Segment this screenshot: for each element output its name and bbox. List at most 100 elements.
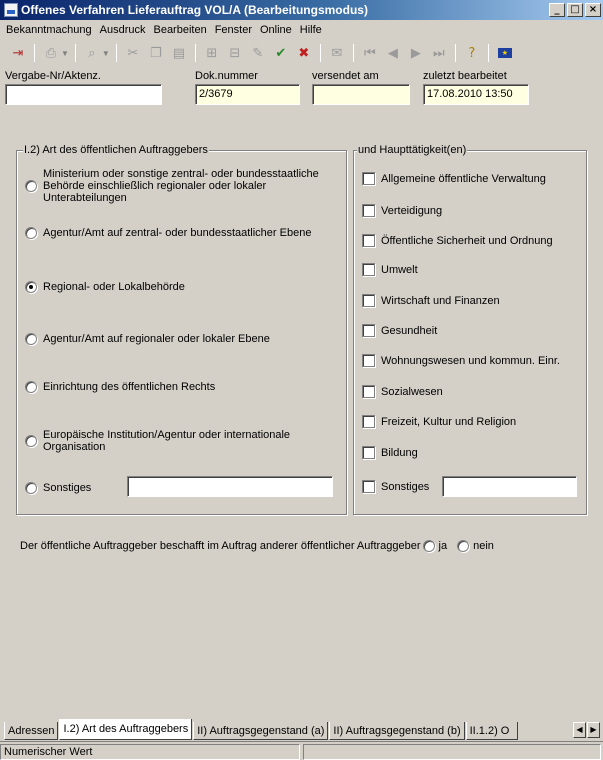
menu-bar: Bekanntmachung Ausdruck Bearbeiten Fenst…: [0, 20, 603, 39]
checkbox[interactable]: [362, 204, 375, 217]
tab-adressen[interactable]: Adressen: [4, 722, 59, 740]
delete-row-icon[interactable]: ⊟: [225, 43, 245, 63]
menu-bekanntmachung[interactable]: Bekanntmachung: [2, 24, 96, 36]
menu-hilfe[interactable]: Hilfe: [296, 24, 326, 36]
first-icon[interactable]: ⏮: [360, 43, 380, 63]
checkbox-label: Allgemeine öffentliche Verwaltung: [381, 172, 546, 185]
taetigkeit-gesundheit[interactable]: Gesundheit: [362, 324, 437, 337]
dok-field: 2/3679: [195, 84, 300, 105]
menu-fenster[interactable]: Fenster: [211, 24, 256, 36]
taetigkeit-sozialwesen[interactable]: Sozialwesen: [362, 385, 443, 398]
taetigkeit-sicherheit[interactable]: Öffentliche Sicherheit und Ordnung: [362, 234, 553, 247]
toolbar-separator: [487, 44, 489, 62]
minimize-button[interactable]: _: [549, 3, 565, 17]
tab-scroll-right-icon[interactable]: ▶: [587, 722, 600, 738]
preview-dropdown-icon[interactable]: ▼: [102, 49, 110, 58]
taetigkeit-sonstiges-input[interactable]: [442, 476, 577, 497]
taetigkeit-umwelt[interactable]: Umwelt: [362, 263, 418, 276]
help-icon[interactable]: ?: [462, 43, 482, 63]
option-label: Europäische Institution/Agentur oder int…: [43, 429, 291, 453]
checkbox[interactable]: [362, 415, 375, 428]
checkbox[interactable]: [362, 294, 375, 307]
taetigkeit-freizeit[interactable]: Freizeit, Kultur und Religion: [362, 415, 516, 428]
auftraggeber-option-agentur-zentral[interactable]: Agentur/Amt auf zentral- oder bundesstaa…: [25, 227, 341, 239]
beschafft-nein-label[interactable]: nein: [473, 540, 494, 552]
checkbox[interactable]: [362, 324, 375, 337]
auftraggeber-group-title: I.2) Art des öffentlichen Auftraggebers: [23, 144, 209, 156]
next-icon[interactable]: ▶: [406, 43, 426, 63]
print-dropdown-icon[interactable]: ▼: [61, 49, 69, 58]
auftraggeber-option-ministerium[interactable]: Ministerium oder sonstige zentral- oder …: [25, 168, 341, 204]
menu-online[interactable]: Online: [256, 24, 296, 36]
paste-icon[interactable]: ▤: [169, 43, 189, 63]
checkbox[interactable]: [362, 480, 375, 493]
taetigkeit-verteidigung[interactable]: Verteidigung: [362, 204, 442, 217]
auftraggeber-option-agentur-regional[interactable]: Agentur/Amt auf regionaler oder lokaler …: [25, 333, 341, 345]
toolbar-separator: [454, 44, 456, 62]
auftraggeber-sonstiges-input[interactable]: [127, 476, 333, 497]
checkbox[interactable]: [362, 234, 375, 247]
preview-icon[interactable]: ⌕: [82, 43, 102, 63]
tab-scroll-left-icon[interactable]: ◀: [573, 722, 586, 738]
checkbox[interactable]: [362, 354, 375, 367]
eu-flag-icon[interactable]: ★: [495, 43, 515, 63]
checkbox[interactable]: [362, 446, 375, 459]
radio-button[interactable]: [25, 381, 37, 393]
beschafft-ja-label[interactable]: ja: [439, 540, 448, 552]
auftraggeber-option-sonstiges[interactable]: Sonstiges: [25, 482, 91, 494]
checkbox-label: Öffentliche Sicherheit und Ordnung: [381, 234, 553, 247]
tab-auftragsgegenstand-a[interactable]: II) Auftragsgegenstand (a): [193, 722, 329, 740]
send-icon[interactable]: ✉: [327, 43, 347, 63]
vergabe-field[interactable]: [5, 84, 162, 105]
tab-ii-1-2[interactable]: II.1.2) O: [465, 722, 518, 740]
option-label: Sonstiges: [43, 482, 92, 494]
menu-bearbeiten[interactable]: Bearbeiten: [149, 24, 210, 36]
checkbox-label: Bildung: [381, 446, 418, 459]
checkbox[interactable]: [362, 263, 375, 276]
option-label: Regional- oder Lokalbehörde: [43, 281, 185, 293]
vergabe-label: Vergabe-Nr/Aktenz.: [5, 70, 101, 82]
beschafft-ja-radio[interactable]: [422, 540, 435, 552]
print-icon[interactable]: ⎙: [41, 43, 61, 63]
auftraggeber-option-europaeisch[interactable]: Europäische Institution/Agentur oder int…: [25, 429, 341, 453]
toolbar-separator: [34, 44, 35, 62]
previous-icon[interactable]: ◀: [383, 43, 403, 63]
radio-button[interactable]: [25, 482, 37, 494]
taetigkeit-wohnungswesen[interactable]: Wohnungswesen und kommun. Einr.: [362, 354, 560, 367]
app-icon: [4, 3, 18, 17]
close-button[interactable]: ×: [585, 3, 601, 17]
checkbox[interactable]: [362, 172, 375, 185]
menu-ausdruck[interactable]: Ausdruck: [96, 24, 150, 36]
radio-button[interactable]: [25, 435, 37, 447]
taetigkeit-bildung[interactable]: Bildung: [362, 446, 418, 459]
checkbox[interactable]: [362, 385, 375, 398]
taetigkeit-wirtschaft[interactable]: Wirtschaft und Finanzen: [362, 294, 500, 307]
beschafft-nein-radio[interactable]: [457, 540, 470, 552]
edit-row-icon[interactable]: ✎: [248, 43, 268, 63]
maximize-button[interactable]: □: [567, 3, 583, 17]
radio-button-selected[interactable]: [25, 281, 37, 293]
dok-label: Dok.nummer: [195, 70, 258, 82]
auftraggeber-group: I.2) Art des öffentlichen Auftraggebers …: [16, 144, 347, 515]
tab-art-des-auftraggebers[interactable]: I.2) Art des Auftraggebers: [59, 719, 193, 740]
copy-icon[interactable]: ❐: [146, 43, 166, 63]
checkbox-label: Sozialwesen: [381, 385, 443, 398]
delete-icon[interactable]: ✖: [294, 43, 314, 63]
taetigkeit-sonstiges[interactable]: Sonstiges: [362, 480, 429, 493]
validate-icon[interactable]: ✔: [271, 43, 291, 63]
status-text: Numerischer Wert: [0, 744, 300, 760]
cut-icon[interactable]: ✂: [123, 43, 143, 63]
radio-button[interactable]: [25, 227, 37, 239]
auftraggeber-option-einrichtung[interactable]: Einrichtung des öffentlichen Rechts: [25, 381, 341, 393]
beschafft-row: Der öffentliche Auftraggeber beschafft i…: [20, 540, 494, 552]
taetigkeit-allgemeine-verwaltung[interactable]: Allgemeine öffentliche Verwaltung: [362, 172, 546, 185]
radio-button[interactable]: [25, 333, 37, 345]
radio-button[interactable]: [25, 180, 37, 192]
auftraggeber-option-regional[interactable]: Regional- oder Lokalbehörde: [25, 281, 341, 293]
taetigkeit-group-title: und Haupttätigkeit(en): [357, 144, 468, 156]
insert-row-icon[interactable]: ⊞: [202, 43, 222, 63]
tab-auftragsgegenstand-b[interactable]: II) Auftragsgegenstand (b): [329, 722, 465, 740]
window-title: Offenes Verfahren Lieferauftrag VOL/A (B…: [21, 3, 368, 17]
exit-icon[interactable]: ⇥: [8, 43, 28, 63]
last-icon[interactable]: ⏭: [429, 43, 449, 63]
